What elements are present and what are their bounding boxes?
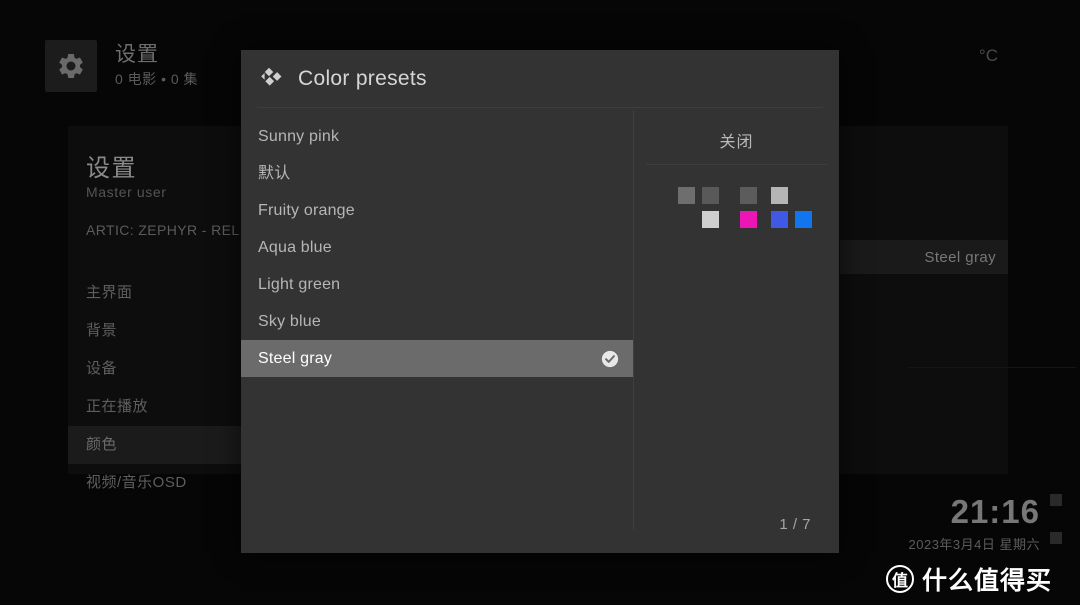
list-item[interactable]: Sunny pink <box>241 118 633 155</box>
sidebar-item-label: 正在播放 <box>86 398 149 415</box>
clock-time: 21:16 <box>950 493 1040 530</box>
list-item[interactable]: Fruity orange <box>241 192 633 229</box>
list-item-label: Aqua blue <box>258 239 332 256</box>
color-swatch-grid <box>677 187 812 233</box>
sidebar-item-label: 主界面 <box>86 284 133 301</box>
setting-checkbox-1[interactable] <box>1050 494 1062 506</box>
background-title: 设置 <box>115 42 159 66</box>
temperature-unit-label: °C <box>978 46 998 65</box>
color-swatch <box>739 211 757 228</box>
list-item-label: 默认 <box>258 165 291 182</box>
color-swatch <box>701 187 719 204</box>
panel-divider <box>908 367 1076 368</box>
sidebar-item-label: 颜色 <box>86 436 118 453</box>
background-subtitle: 0 电影 • 0 集 <box>115 71 199 88</box>
dialog-header: Color presets <box>241 50 839 108</box>
dialog-body: Sunny pink 默认 Fruity orange Aqua blue Li… <box>241 108 839 553</box>
list-item-selected[interactable]: Steel gray <box>241 340 633 377</box>
color-preset-value: Steel gray <box>924 248 996 266</box>
list-item-label: Light green <box>258 276 341 293</box>
preview-rule <box>646 164 827 165</box>
kodi-logo-icon <box>259 67 285 91</box>
clock-date: 2023年3月4日 星期六 <box>908 537 1040 552</box>
list-item[interactable]: Sky blue <box>241 303 633 340</box>
sidebar-item-label: 视频/音乐OSD <box>86 474 187 491</box>
sidebar-item-label: 背景 <box>86 322 118 339</box>
check-circle-icon <box>601 350 619 368</box>
color-swatch <box>739 187 757 204</box>
color-swatch <box>677 187 695 204</box>
list-item-label: Fruity orange <box>258 202 355 219</box>
setting-checkbox-2[interactable] <box>1050 532 1062 544</box>
preset-list: Sunny pink 默认 Fruity orange Aqua blue Li… <box>241 108 633 553</box>
app-screen: 设置 0 电影 • 0 集 °C 设置 Master user ARTIC: Z… <box>0 0 1080 605</box>
page-indicator: 1 / 7 <box>779 516 811 533</box>
color-preset-value-row[interactable]: Steel gray <box>840 240 1008 274</box>
sidebar-item-label: 设备 <box>86 360 118 377</box>
color-swatch <box>770 187 788 204</box>
list-item[interactable]: Light green <box>241 266 633 303</box>
color-swatch <box>794 211 812 228</box>
list-item-label: Sky blue <box>258 313 321 330</box>
background-header: 设置 0 电影 • 0 集 <box>45 40 198 92</box>
clock: 21:16 2023年3月4日 星期六 <box>909 495 1041 553</box>
color-swatch <box>701 211 719 228</box>
color-swatch <box>770 211 788 228</box>
preset-preview-panel: 关闭 <box>634 108 839 553</box>
watermark-badge: 值 <box>885 565 914 593</box>
list-item[interactable]: Aqua blue <box>241 229 633 266</box>
dialog-title: Color presets <box>298 67 427 90</box>
watermark-text: 什么值得买 <box>921 567 1052 595</box>
preview-heading: 关闭 <box>719 134 754 151</box>
list-item-label: Steel gray <box>258 350 333 367</box>
gear-icon <box>45 40 97 92</box>
color-presets-dialog: Color presets Sunny pink 默认 Fruity orang… <box>241 50 839 553</box>
list-item[interactable]: 默认 <box>241 155 633 192</box>
list-item-label: Sunny pink <box>258 128 340 145</box>
watermark: 值 什么值得买 <box>885 561 1052 597</box>
